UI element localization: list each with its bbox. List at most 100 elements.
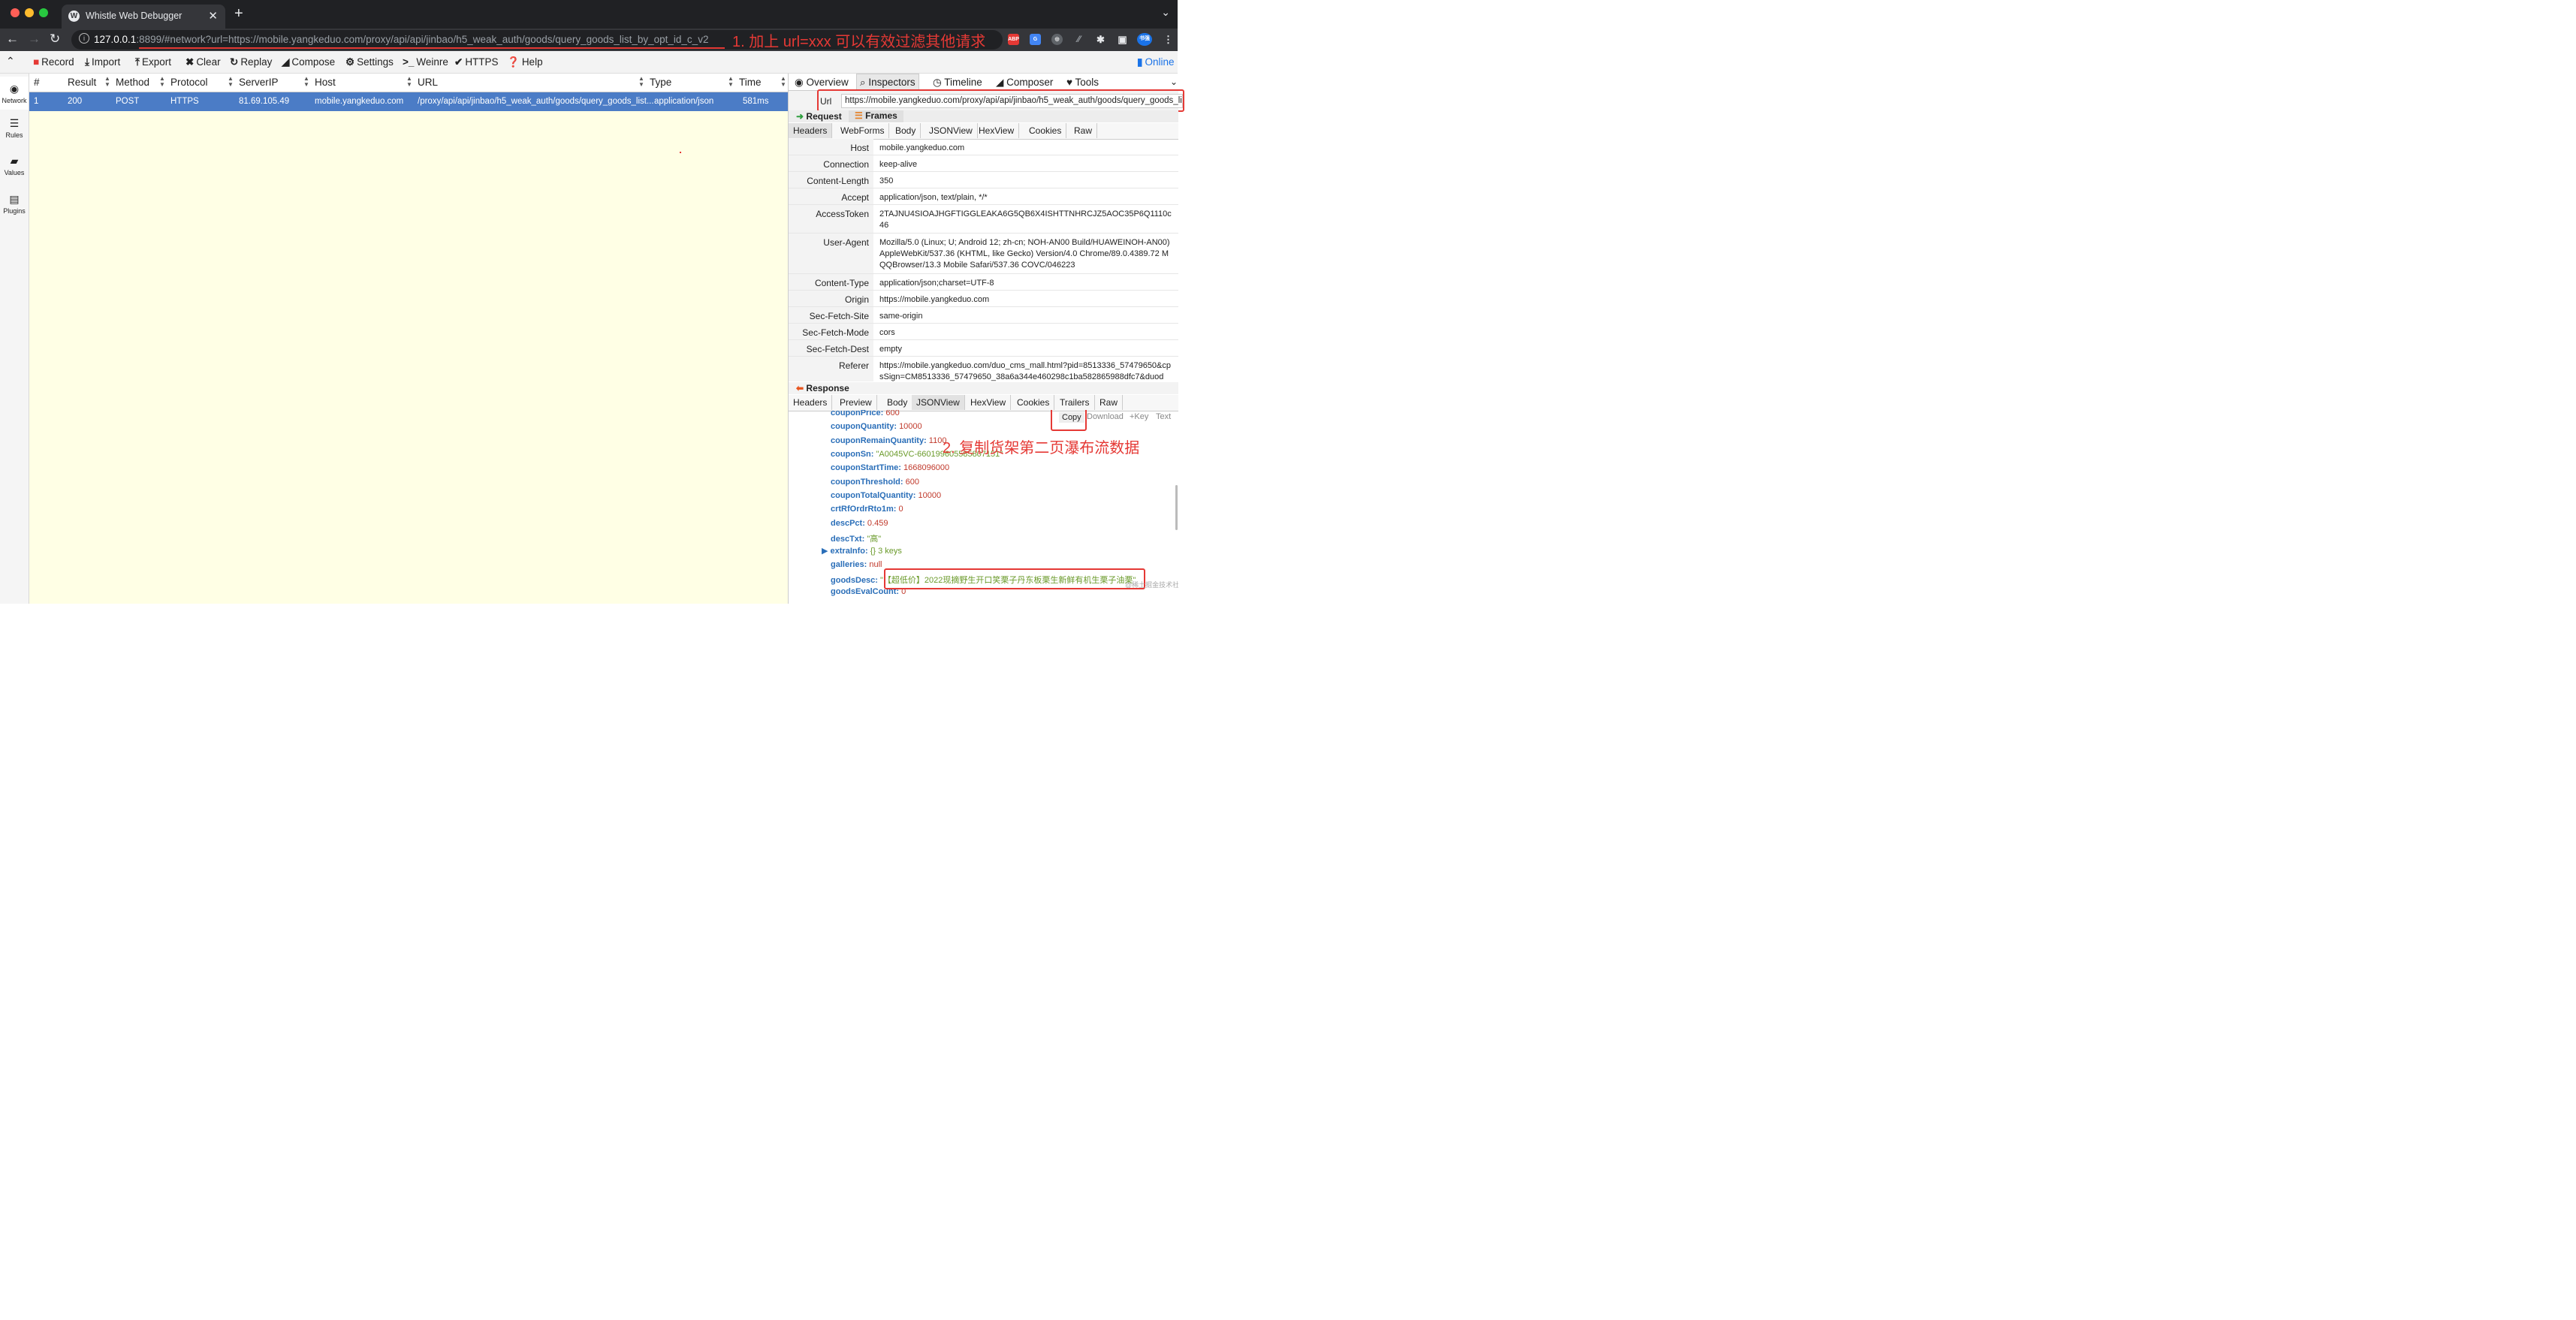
gear-icon: ⚙ bbox=[345, 56, 355, 68]
col-host[interactable]: Host bbox=[315, 77, 336, 88]
back-icon[interactable]: ← bbox=[6, 32, 19, 47]
tab-composer[interactable]: ◢ Composer bbox=[996, 77, 1053, 89]
cell-url: /proxy/api/api/jinbao/h5_weak_auth/goods… bbox=[418, 97, 654, 106]
res-tab-hexview[interactable]: HexView bbox=[966, 395, 1012, 410]
col-url[interactable]: URL bbox=[418, 77, 438, 88]
res-tab-trailers[interactable]: Trailers bbox=[1055, 395, 1095, 410]
table-row: Origin https://mobile.yangkeduo.com bbox=[789, 291, 1178, 307]
plugin-icon: ▤ bbox=[9, 193, 20, 205]
res-tab-jsonview[interactable]: JSONView bbox=[912, 395, 965, 410]
table-row[interactable]: 1 200 POST HTTPS 81.69.105.49 mobile.yan… bbox=[29, 92, 788, 111]
json-line: crtRfOrdrRto1m: 0 bbox=[831, 505, 903, 514]
adblock-extension-icon[interactable]: ABP bbox=[1008, 34, 1019, 45]
response-label[interactable]: ⬅ Response bbox=[796, 383, 849, 393]
request-label[interactable]: ➜ Request bbox=[796, 111, 842, 122]
reload-icon[interactable]: ↻ bbox=[50, 32, 60, 47]
nav-values[interactable]: ▰ Values bbox=[0, 155, 29, 176]
json-line[interactable]: ▶ extraInfo: {} 3 keys bbox=[822, 546, 902, 556]
browser-menu-icon[interactable]: ⋮ bbox=[1163, 34, 1174, 45]
download-button[interactable]: Download bbox=[1087, 412, 1124, 421]
replay-button[interactable]: ↻ Replay bbox=[230, 56, 272, 68]
tab-inspectors[interactable]: ⌕ Inspectors bbox=[856, 74, 919, 91]
goods-desc-highlight-annotation bbox=[884, 568, 1145, 589]
header-value: https://mobile.yangkeduo.com/duo_cms_mal… bbox=[879, 361, 1172, 381]
import-button[interactable]: ⤓ Import bbox=[85, 56, 120, 68]
clear-button[interactable]: ✖ Clear bbox=[186, 56, 221, 68]
req-tab-raw[interactable]: Raw bbox=[1069, 123, 1098, 138]
add-key-button[interactable]: +Key bbox=[1130, 412, 1148, 421]
browser-tab[interactable]: W Whistle Web Debugger ✕ bbox=[62, 5, 225, 29]
puzzle-extensions-icon[interactable]: ✱ bbox=[1095, 34, 1106, 45]
text-button[interactable]: Text bbox=[1156, 412, 1171, 421]
sort-icon[interactable]: ▲ ▼ bbox=[159, 76, 165, 88]
arrow-left-icon: ⬅ bbox=[796, 383, 804, 393]
req-tab-jsonview[interactable]: JSONView bbox=[925, 123, 978, 138]
nav-network[interactable]: ◉ Network bbox=[0, 77, 29, 110]
json-line: couponQuantity: 10000 bbox=[831, 422, 922, 431]
col-method[interactable]: Method bbox=[116, 77, 149, 88]
nav-rules[interactable]: ☰ Rules bbox=[0, 117, 29, 139]
req-tab-webforms[interactable]: WebForms bbox=[836, 123, 890, 138]
forward-icon[interactable]: → bbox=[28, 32, 41, 47]
https-button[interactable]: ✔ HTTPS bbox=[454, 56, 499, 68]
export-button[interactable]: ⤒ Export bbox=[135, 56, 171, 68]
header-value: https://mobile.yangkeduo.com bbox=[879, 295, 990, 304]
nav-plugins[interactable]: ▤ Plugins bbox=[0, 193, 29, 215]
maximize-window-icon[interactable] bbox=[39, 8, 48, 17]
req-tab-hexview[interactable]: HexView bbox=[974, 123, 1020, 138]
record-button[interactable]: ■ Record bbox=[33, 56, 74, 68]
circle-extension-icon[interactable]: ◎ bbox=[1051, 34, 1063, 45]
res-tab-cookies[interactable]: Cookies bbox=[1012, 395, 1055, 410]
weinre-button[interactable]: >_ Weinre bbox=[403, 56, 448, 68]
compose-button[interactable]: ◢ Compose bbox=[282, 56, 335, 68]
col-serverip[interactable]: ServerIP bbox=[239, 77, 279, 88]
sort-icon[interactable]: ▲ ▼ bbox=[728, 76, 734, 88]
tab-tools[interactable]: ♥ Tools bbox=[1066, 77, 1099, 88]
close-tab-icon[interactable]: ✕ bbox=[208, 9, 218, 23]
col-time[interactable]: Time bbox=[739, 77, 762, 88]
col-protocol[interactable]: Protocol bbox=[170, 77, 208, 88]
sort-icon[interactable]: ▲ ▼ bbox=[406, 76, 412, 88]
expand-triangle-icon[interactable]: ▶ bbox=[822, 547, 828, 556]
res-tab-raw[interactable]: Raw bbox=[1095, 395, 1124, 410]
translate-extension-icon[interactable]: G bbox=[1030, 34, 1041, 45]
col-result[interactable]: Result bbox=[68, 77, 96, 88]
frames-label[interactable]: ☰ Frames bbox=[849, 110, 903, 122]
sort-icon[interactable]: ▲ ▼ bbox=[638, 76, 644, 88]
url-host: 127.0.0.1 bbox=[94, 34, 137, 45]
table-row: AccessToken 2TAJNU4SIOAJHGFTIGGLEAKA6G5QB… bbox=[789, 205, 1178, 234]
col-num[interactable]: # bbox=[34, 77, 40, 88]
scrollbar[interactable] bbox=[1175, 485, 1178, 530]
collapse-chevron-icon[interactable]: ⌃ bbox=[6, 55, 15, 68]
minimize-window-icon[interactable] bbox=[25, 8, 34, 17]
chevron-down-icon[interactable]: ⌄ bbox=[1170, 77, 1178, 87]
sort-icon[interactable]: ▲ ▼ bbox=[228, 76, 234, 88]
req-tab-cookies[interactable]: Cookies bbox=[1024, 123, 1067, 138]
profile-avatar[interactable]: 书强 bbox=[1137, 33, 1152, 46]
feather-extension-icon[interactable]: ⁄⁄ bbox=[1073, 34, 1084, 45]
sort-icon[interactable]: ▲ ▼ bbox=[104, 76, 110, 88]
req-tab-body[interactable]: Body bbox=[891, 123, 922, 138]
tab-overview[interactable]: ◉ Overview bbox=[795, 77, 849, 89]
req-tab-headers[interactable]: Headers bbox=[789, 123, 833, 138]
sort-icon[interactable]: ▲ ▼ bbox=[303, 76, 309, 88]
compose-icon: ◢ bbox=[282, 56, 290, 68]
chevron-down-icon[interactable]: ⌄ bbox=[1161, 6, 1170, 19]
clock-icon: ◷ bbox=[933, 77, 942, 88]
table-row: Referer https://mobile.yangkeduo.com/duo_… bbox=[789, 357, 1178, 381]
res-tab-headers[interactable]: Headers bbox=[789, 395, 833, 410]
cell-host: mobile.yangkeduo.com bbox=[315, 97, 404, 106]
res-tab-body[interactable]: Body bbox=[882, 395, 913, 410]
network-list-body[interactable] bbox=[29, 111, 788, 604]
col-type[interactable]: Type bbox=[650, 77, 671, 88]
sidepanel-icon[interactable]: ▣ bbox=[1117, 34, 1128, 45]
sort-icon[interactable]: ▲ ▼ bbox=[780, 76, 786, 88]
res-tab-preview[interactable]: Preview bbox=[835, 395, 877, 410]
tab-timeline[interactable]: ◷ Timeline bbox=[933, 77, 982, 89]
site-info-icon[interactable]: i bbox=[79, 33, 89, 44]
help-button[interactable]: ❓ Help bbox=[507, 56, 543, 68]
close-window-icon[interactable] bbox=[11, 8, 20, 17]
settings-button[interactable]: ⚙ Settings bbox=[345, 56, 394, 68]
online-status-button[interactable]: ▮ Online bbox=[1137, 56, 1174, 68]
new-tab-icon[interactable]: + bbox=[234, 5, 243, 23]
